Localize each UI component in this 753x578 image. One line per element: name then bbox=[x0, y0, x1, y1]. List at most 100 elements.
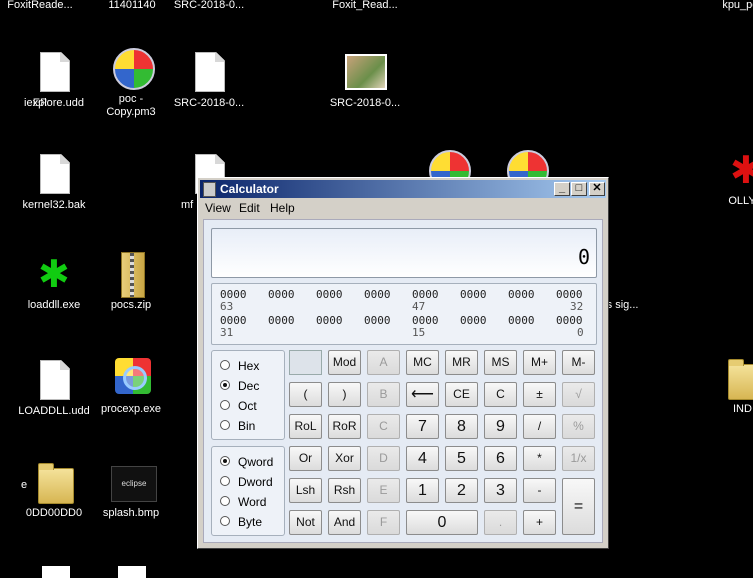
desktop-icon-foxit[interactable]: FoxitReade... bbox=[0, 0, 88, 12]
subtract-button[interactable]: - bbox=[523, 478, 556, 503]
display-value: 0 bbox=[577, 245, 590, 269]
hex-b-button[interactable]: B bbox=[367, 382, 400, 407]
radio-label: Hex bbox=[238, 359, 260, 373]
mr-button[interactable]: MR bbox=[445, 350, 478, 375]
maximize-button[interactable]: □ bbox=[571, 182, 587, 196]
radio-button[interactable] bbox=[220, 360, 230, 370]
bit-position: 47 bbox=[412, 300, 426, 313]
or-button[interactable]: Or bbox=[289, 446, 322, 471]
menu-edit[interactable]: Edit bbox=[239, 201, 260, 215]
base-group: Hex Dec Oct Bin bbox=[211, 350, 285, 440]
digit-9-button[interactable]: 9 bbox=[484, 414, 517, 439]
word-size-group: Qword Dword Word Byte bbox=[211, 446, 285, 536]
close-button[interactable]: ✕ bbox=[589, 182, 605, 196]
radio-button[interactable] bbox=[220, 476, 230, 486]
digit-5-button[interactable]: 5 bbox=[445, 446, 478, 471]
minimize-button[interactable]: _ bbox=[554, 182, 570, 196]
eclipse-splash-icon: eclipse bbox=[111, 466, 157, 502]
sqrt-button[interactable]: √ bbox=[562, 382, 595, 407]
not-button[interactable]: Not bbox=[289, 510, 322, 535]
ms-button[interactable]: MS bbox=[484, 350, 517, 375]
desktop-icon-procexp[interactable]: procexp.exe bbox=[83, 356, 179, 416]
desktop-icon-src-photo[interactable]: SRC-2018-0... bbox=[317, 50, 413, 110]
desktop-icon-src-doc[interactable]: SRC-2018-0... bbox=[161, 50, 257, 110]
and-button[interactable]: And bbox=[328, 510, 361, 535]
document-icon bbox=[118, 566, 146, 578]
rol-button[interactable]: RoL bbox=[289, 414, 322, 439]
desktop-icon-indi[interactable]: INDI bbox=[696, 356, 753, 416]
m-plus-button[interactable]: M+ bbox=[523, 350, 556, 375]
radio-button[interactable] bbox=[220, 400, 230, 410]
desktop-icon-splash[interactable]: eclipse splash.bmp bbox=[83, 460, 179, 520]
icon-label: splash.bmp bbox=[102, 507, 160, 519]
radio-label: Dword bbox=[238, 475, 273, 489]
menu-view[interactable]: View bbox=[205, 201, 231, 215]
mod-button[interactable]: Mod bbox=[328, 350, 361, 375]
multiply-button[interactable]: * bbox=[523, 446, 556, 471]
digit-2-button[interactable]: 2 bbox=[445, 478, 478, 503]
radio-button[interactable] bbox=[220, 496, 230, 506]
radio-label: Oct bbox=[238, 399, 257, 413]
left-paren-button[interactable]: ( bbox=[289, 382, 322, 407]
title-bar[interactable]: Calculator _ □ ✕ bbox=[200, 180, 606, 198]
hex-a-button[interactable]: A bbox=[367, 350, 400, 375]
backspace-button[interactable]: ⟵ bbox=[406, 382, 439, 407]
mc-button[interactable]: MC bbox=[406, 350, 439, 375]
m-minus-button[interactable]: M- bbox=[562, 350, 595, 375]
bit-group: 0000 bbox=[460, 314, 487, 327]
icon-label: kernel32.bak bbox=[22, 199, 86, 211]
desktop-icon-ollyd[interactable]: ✱ OLLYD bbox=[698, 148, 753, 208]
ror-button[interactable]: RoR bbox=[328, 414, 361, 439]
right-paren-button[interactable]: ) bbox=[328, 382, 361, 407]
divide-button[interactable]: / bbox=[523, 414, 556, 439]
xor-button[interactable]: Xor bbox=[328, 446, 361, 471]
digit-4-button[interactable]: 4 bbox=[406, 446, 439, 471]
desktop-icon-foxit-read[interactable]: Foxit_Read... bbox=[317, 0, 413, 12]
digit-0-button[interactable]: 0 bbox=[406, 510, 478, 535]
hex-d-button[interactable]: D bbox=[367, 446, 400, 471]
bit-group: 0000 bbox=[268, 288, 295, 301]
hex-c-button[interactable]: C bbox=[367, 414, 400, 439]
lsh-button[interactable]: Lsh bbox=[289, 478, 322, 503]
ce-button[interactable]: CE bbox=[445, 382, 478, 407]
bit-group: 0000 bbox=[460, 288, 487, 301]
desktop-icon-kpu[interactable]: kpu_peu... bbox=[700, 0, 753, 12]
hex-e-button[interactable]: E bbox=[367, 478, 400, 503]
document-icon bbox=[42, 566, 70, 578]
icon-label: INDI bbox=[733, 403, 753, 415]
bit-group: 0000 bbox=[508, 288, 535, 301]
icon-label: SRC-2018-0... bbox=[173, 0, 245, 11]
decimal-button[interactable]: . bbox=[484, 510, 517, 535]
radio-button[interactable] bbox=[220, 380, 230, 390]
calculator-window[interactable]: Calculator _ □ ✕ View Edit Help 0 0000 0… bbox=[197, 177, 609, 549]
bit-group: 0000 bbox=[268, 314, 295, 327]
radio-label: Word bbox=[238, 495, 267, 509]
bit-position: 0 bbox=[577, 326, 584, 339]
menu-help[interactable]: Help bbox=[270, 201, 295, 215]
equals-button[interactable]: = bbox=[562, 478, 595, 535]
radio-button[interactable] bbox=[220, 420, 230, 430]
digit-8-button[interactable]: 8 bbox=[445, 414, 478, 439]
reciprocal-button[interactable]: 1/x bbox=[562, 446, 595, 471]
plus-minus-button[interactable]: ± bbox=[523, 382, 556, 407]
desktop-icon-kernel32[interactable]: kernel32.bak bbox=[6, 152, 102, 212]
bit-group: 0000 bbox=[316, 288, 343, 301]
desktop-icon-pocs-zip[interactable]: pocs.zip bbox=[83, 252, 179, 312]
digit-3-button[interactable]: 3 bbox=[484, 478, 517, 503]
radio-button[interactable] bbox=[220, 456, 230, 466]
bit-group: 0000 bbox=[508, 314, 535, 327]
desktop-icon-src-top[interactable]: SRC-2018-0... bbox=[161, 0, 257, 12]
desktop-icon-e[interactable]: e bbox=[0, 476, 52, 492]
digit-6-button[interactable]: 6 bbox=[484, 446, 517, 471]
icon-label: OLLYD bbox=[728, 195, 753, 207]
percent-button[interactable]: % bbox=[562, 414, 595, 439]
digit-7-button[interactable]: 7 bbox=[406, 414, 439, 439]
digit-1-button[interactable]: 1 bbox=[406, 478, 439, 503]
clear-button[interactable]: C bbox=[484, 382, 517, 407]
icon-label: SRC-2018-0... bbox=[173, 97, 245, 109]
hex-f-button[interactable]: F bbox=[367, 510, 400, 535]
document-icon bbox=[40, 52, 70, 92]
radio-button[interactable] bbox=[220, 516, 230, 526]
add-button[interactable]: + bbox=[523, 510, 556, 535]
rsh-button[interactable]: Rsh bbox=[328, 478, 361, 503]
